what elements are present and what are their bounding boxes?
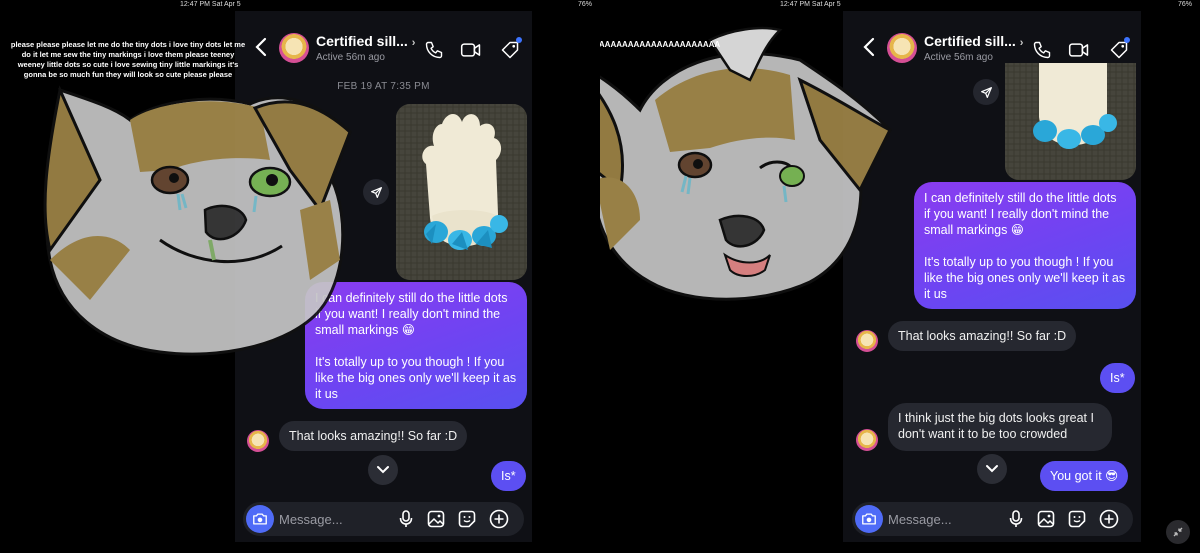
contact-name[interactable]: Certified sill... › <box>316 33 415 49</box>
video-call-button[interactable] <box>460 39 482 61</box>
meme-caption: please please please let me do the tiny … <box>10 40 246 79</box>
phone-icon <box>1033 41 1051 59</box>
right-screenshot: 12:47 PM Sat Apr 5 76% Certified sill...… <box>600 0 1200 553</box>
sticker-icon <box>1068 510 1086 528</box>
camera-button[interactable] <box>246 505 274 533</box>
gallery-button[interactable] <box>426 509 446 529</box>
share-button[interactable] <box>973 79 999 105</box>
gallery-button[interactable] <box>1036 509 1056 529</box>
notification-dot <box>516 37 522 43</box>
contact-name[interactable]: Certified sill... › <box>924 33 1023 49</box>
video-icon <box>460 43 481 57</box>
sticker-icon <box>458 510 476 528</box>
message-input[interactable] <box>888 502 1008 536</box>
call-button[interactable] <box>1031 39 1053 61</box>
status-time: 12:47 PM Sat Apr 5 <box>180 1 241 8</box>
plus-icon <box>1099 509 1119 529</box>
message-incoming[interactable]: That looks amazing!! So far :D <box>888 321 1077 351</box>
message-composer <box>243 502 524 536</box>
sticker-button[interactable] <box>457 509 477 529</box>
sender-avatar[interactable] <box>247 430 269 452</box>
message-outgoing[interactable]: Is* <box>1100 363 1135 393</box>
status-time: 12:47 PM Sat Apr 5 <box>780 1 841 8</box>
contact-avatar[interactable] <box>279 33 309 63</box>
message-incoming[interactable]: I think just the big dots looks great I … <box>888 403 1112 451</box>
scroll-down-button[interactable] <box>977 454 1007 484</box>
sender-avatar[interactable] <box>856 330 878 352</box>
sender-avatar[interactable] <box>856 429 878 451</box>
glove-photo[interactable] <box>1005 63 1136 180</box>
camera-icon <box>253 513 267 525</box>
more-button[interactable] <box>489 509 509 529</box>
mic-icon <box>399 510 413 527</box>
share-icon <box>980 86 992 98</box>
message-text: I can definitely still do the little dot… <box>924 191 1117 237</box>
contact-status: Active 56m ago <box>924 52 993 63</box>
message-input[interactable] <box>279 502 399 536</box>
mic-icon <box>1009 510 1023 527</box>
glove-photo-image <box>1005 63 1136 180</box>
video-call-button[interactable] <box>1068 39 1090 61</box>
camera-icon <box>862 513 876 525</box>
voice-button[interactable] <box>396 509 416 529</box>
battery-indicator: 76% <box>1177 1 1192 8</box>
plus-icon <box>489 509 509 529</box>
phone-icon <box>425 41 443 59</box>
camera-button[interactable] <box>855 505 883 533</box>
video-icon <box>1068 43 1089 57</box>
status-bar: 12:47 PM Sat Apr 5 76% <box>600 0 1200 11</box>
call-button[interactable] <box>423 39 445 61</box>
glove-photo-image <box>396 104 527 280</box>
gallery-icon <box>427 510 445 528</box>
message-outgoing[interactable]: You got it 😎 <box>1040 461 1129 491</box>
left-screenshot: 12:47 PM Sat Apr 5 76% Certified sill...… <box>0 0 600 553</box>
message-incoming[interactable]: That looks amazing!! So far :D <box>279 421 468 451</box>
voice-button[interactable] <box>1006 509 1026 529</box>
chevron-down-icon <box>986 465 998 473</box>
scroll-down-button[interactable] <box>368 455 398 485</box>
more-button[interactable] <box>1099 509 1119 529</box>
tag-icon <box>1110 41 1128 59</box>
back-button[interactable] <box>251 35 271 59</box>
notification-dot <box>1124 37 1130 43</box>
meme-caption: AAAAAAAAAAAAAAAAAAAAAAAAAA <box>600 40 721 49</box>
dog-drawing <box>43 85 352 356</box>
message-outgoing[interactable]: Is* <box>491 461 526 491</box>
back-icon <box>255 37 267 57</box>
share-button[interactable] <box>363 179 389 205</box>
message-text: It's totally up to you though ! If you l… <box>315 355 517 401</box>
battery-indicator: 76% <box>577 1 592 8</box>
glove-photo[interactable] <box>396 104 527 280</box>
message-text: It's totally up to you though ! If you l… <box>924 255 1126 301</box>
tag-icon <box>501 41 519 59</box>
share-icon <box>370 186 382 198</box>
message-outgoing[interactable]: I can definitely still do the little dot… <box>914 182 1136 309</box>
gallery-icon <box>1037 510 1055 528</box>
status-bar: 12:47 PM Sat Apr 5 76% <box>0 0 600 11</box>
sticker-button[interactable] <box>1067 509 1087 529</box>
minimize-button[interactable] <box>1166 520 1190 544</box>
dog-drawing <box>600 26 893 301</box>
message-composer <box>852 502 1133 536</box>
chevron-down-icon <box>377 466 389 474</box>
minimize-icon <box>1173 527 1183 537</box>
